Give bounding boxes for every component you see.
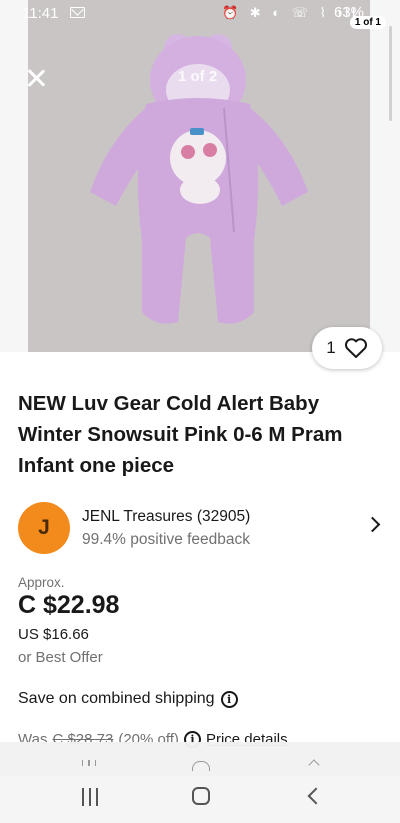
back-ghost-icon — [308, 759, 320, 771]
best-offer-label: or Best Offer — [18, 649, 103, 666]
screenshot-counter: 1 of 1 — [349, 16, 386, 29]
recents-ghost-icon — [82, 760, 96, 766]
seller-name: JENL Treasures (32905) — [82, 508, 251, 525]
back-icon[interactable] — [307, 787, 325, 805]
watch-button[interactable]: 1 — [312, 327, 382, 369]
scrollbar[interactable] — [389, 26, 392, 121]
seller-feedback: 99.4% positive feedback — [82, 531, 251, 548]
seller-card[interactable]: J JENL Treasures (32905) 99.4% positive … — [18, 502, 388, 554]
home-icon[interactable] — [192, 787, 210, 805]
usd-price: US $16.66 — [18, 626, 89, 643]
image-gallery[interactable]: 1 of 2 — [0, 0, 400, 352]
info-icon[interactable]: i — [220, 690, 238, 708]
seller-avatar: J — [18, 502, 70, 554]
home-ghost-icon — [192, 761, 210, 771]
watch-count: 1 — [326, 338, 336, 357]
system-nav-bar — [0, 776, 400, 823]
product-photo[interactable] — [28, 0, 370, 352]
nav-ghost-icons — [0, 756, 400, 772]
approx-label: Approx. — [18, 575, 65, 590]
snowsuit-image — [28, 0, 370, 352]
shipping-text: Save on combined shipping — [18, 690, 215, 707]
price: C $22.98 — [18, 591, 120, 619]
close-icon[interactable] — [24, 66, 48, 90]
photo-counter: 1 of 2 — [178, 68, 218, 85]
combined-shipping[interactable]: Save on combined shipping i — [18, 690, 238, 708]
recents-icon[interactable] — [82, 788, 98, 806]
status-bar: 11:41 ⏰ ✱ ◐ ☏ ⌇ ıll 63% 1 of 1 — [0, 0, 400, 29]
chevron-right-icon — [364, 516, 381, 533]
status-time: 11:41 — [22, 5, 59, 22]
heart-icon — [344, 338, 367, 358]
mail-icon — [70, 7, 85, 18]
listing-title: NEW Luv Gear Cold Alert Baby Winter Snow… — [18, 392, 343, 477]
